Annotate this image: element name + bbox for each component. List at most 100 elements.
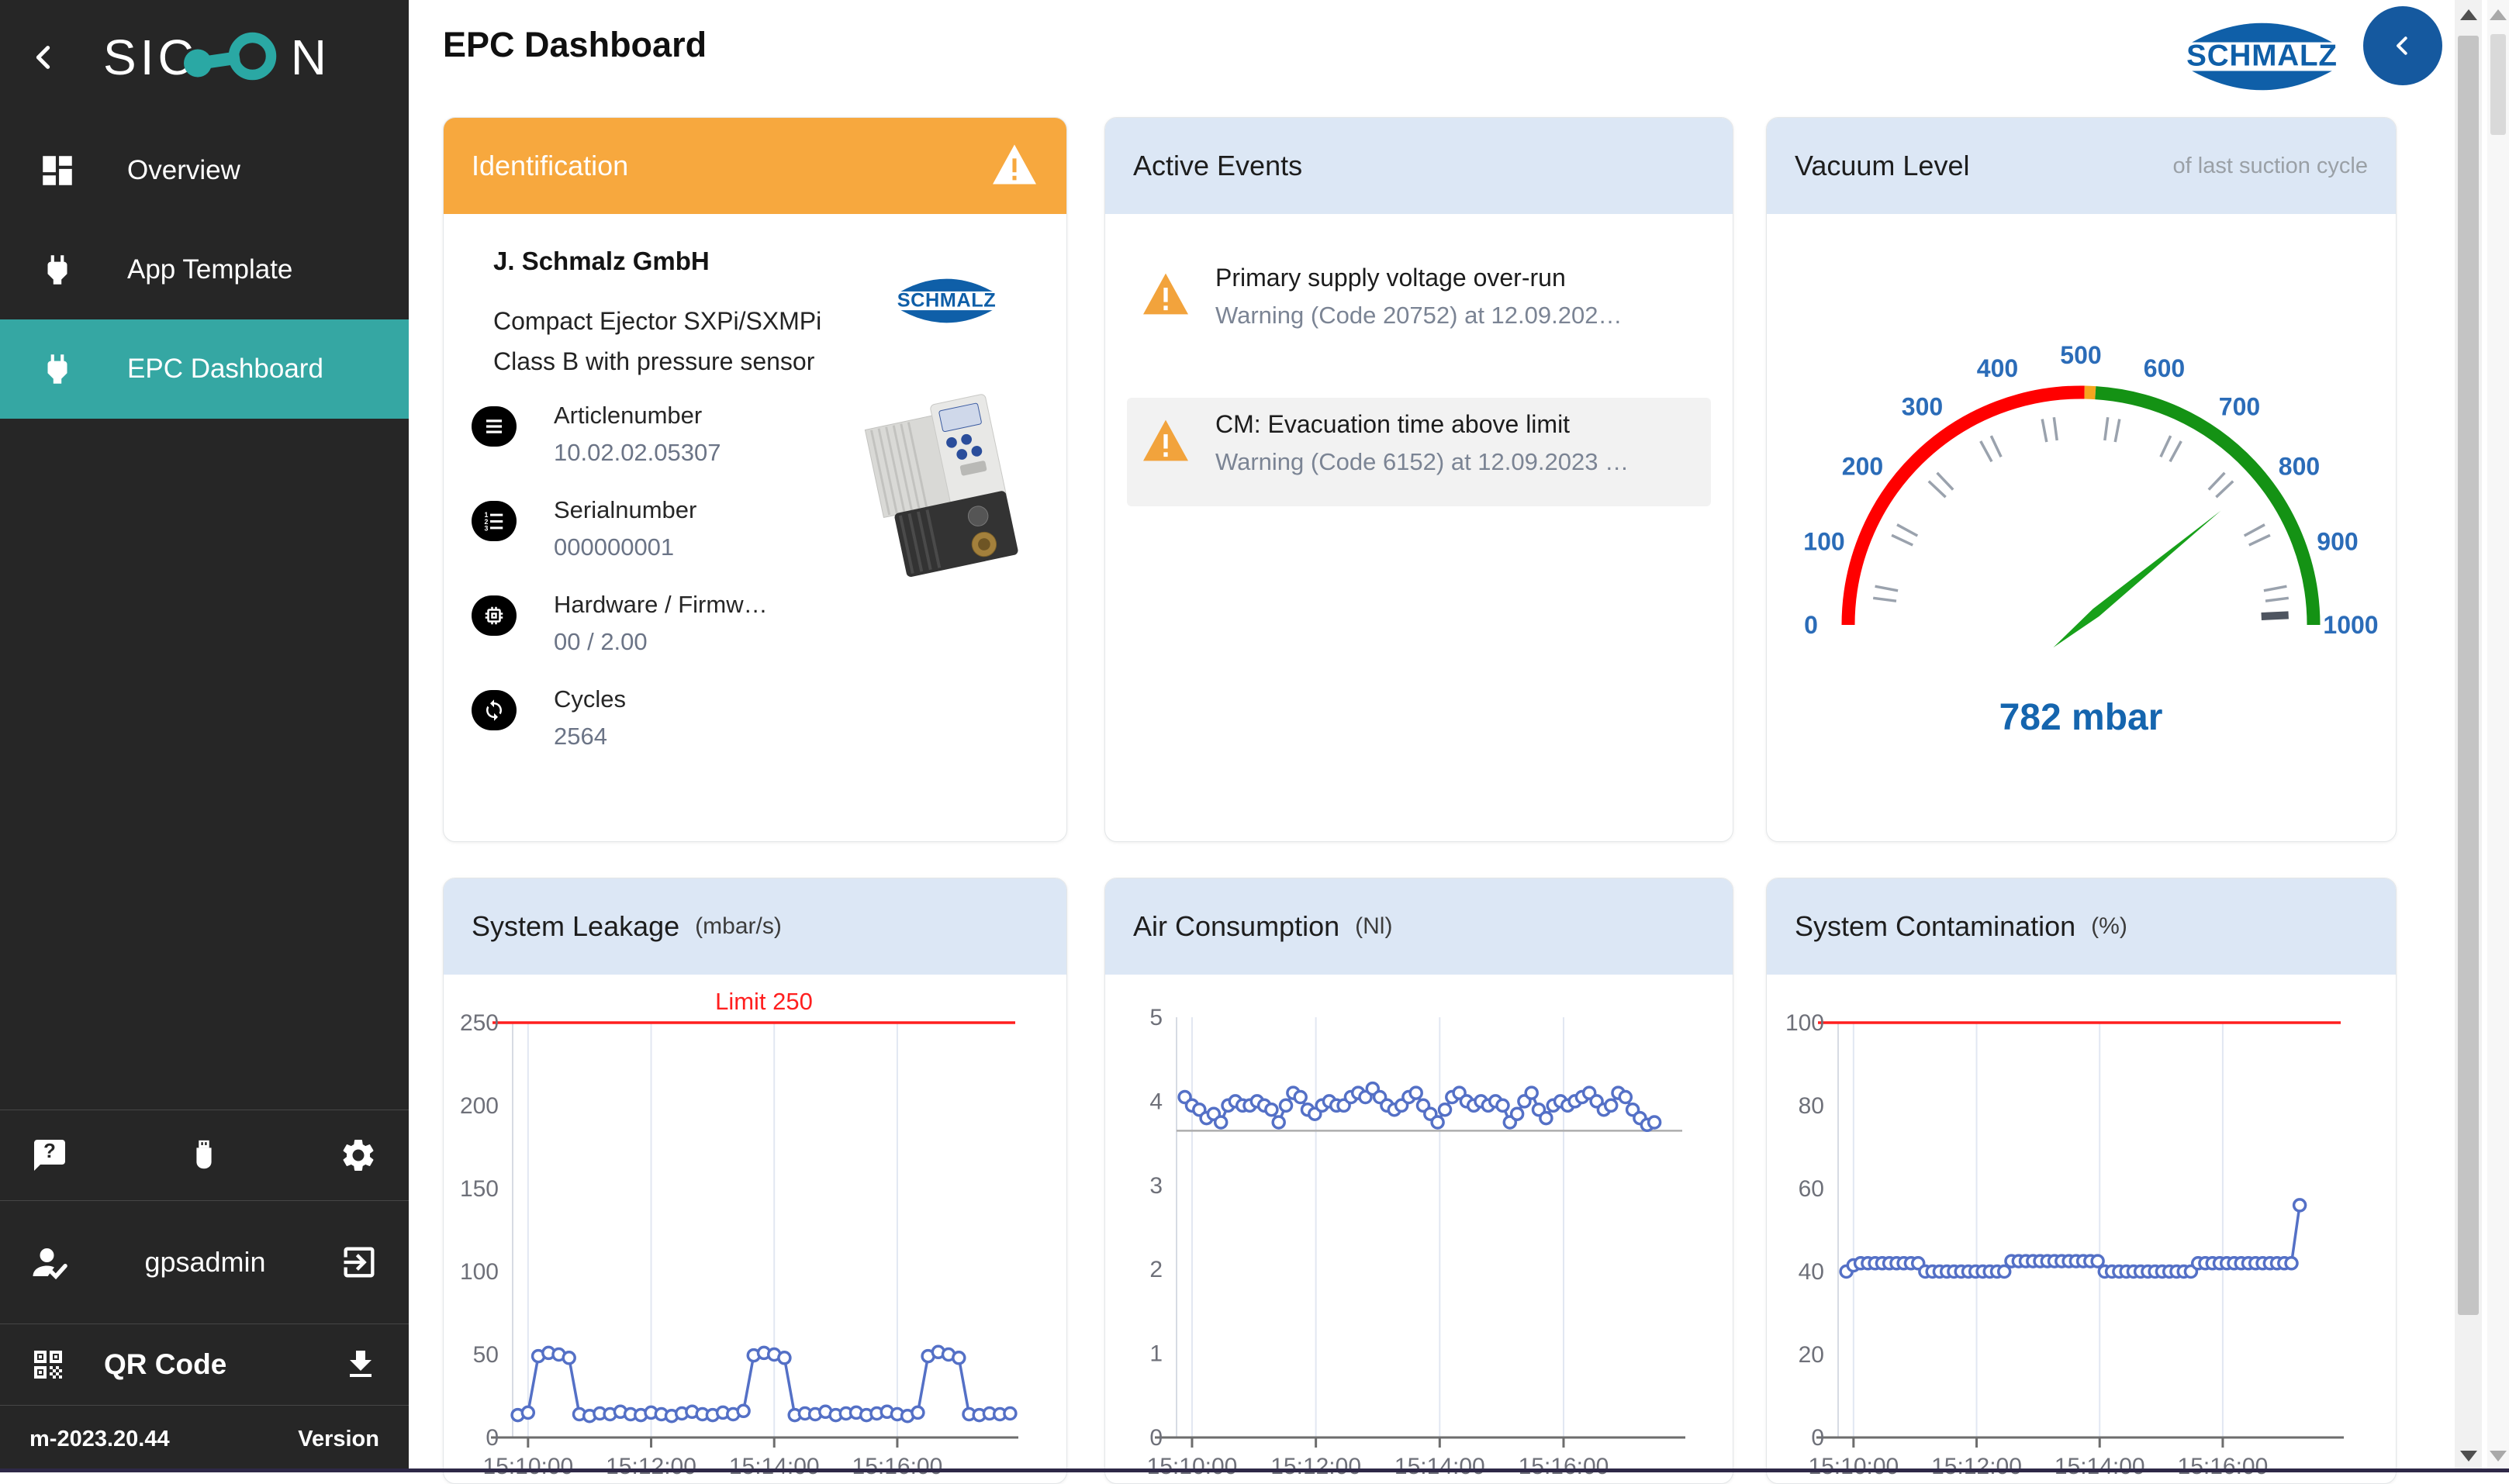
svg-text:4: 4 (1149, 1089, 1163, 1114)
svg-text:?: ? (43, 1139, 56, 1162)
svg-text:15:12:00: 15:12:00 (1931, 1454, 2022, 1479)
usb-device-button[interactable] (186, 1137, 222, 1173)
warning-icon (1141, 271, 1191, 320)
svg-text:5: 5 (1149, 1005, 1163, 1030)
version-label: Version (298, 1427, 379, 1452)
page-title: EPC Dashboard (443, 25, 707, 65)
scroll-up-icon[interactable] (2460, 9, 2477, 20)
air-consumption-unit: (Nl) (1355, 913, 1392, 940)
version-value: m-2023.20.44 (29, 1427, 170, 1452)
content-scrollbar-thumb[interactable] (2458, 36, 2479, 1315)
dashboard-icon (36, 149, 79, 192)
field-value: 00 / 2.00 (554, 628, 768, 656)
scroll-down-icon[interactable] (2460, 1451, 2477, 1462)
sidebar-item-app-template[interactable]: App Template (0, 220, 409, 319)
identification-card: Identification J. Schmalz GmbH Compact E… (443, 117, 1067, 842)
event-row[interactable]: Primary supply voltage over-run Warning … (1127, 251, 1711, 360)
system-leakage-chart: Limit 25015:10:0015:12:0015:14:0015:16:0… (444, 975, 1065, 1482)
air-consumption-title: Air Consumption (1133, 910, 1339, 943)
svg-text:2: 2 (1149, 1257, 1163, 1282)
svg-text:600: 600 (2144, 354, 2185, 382)
svg-text:SCHMALZ: SCHMALZ (897, 290, 997, 312)
app-logo: SIC N (64, 29, 370, 86)
event-title: CM: Evacuation time above limit (1215, 410, 1711, 439)
svg-text:15:10:00: 15:10:00 (482, 1454, 573, 1479)
chevron-left-icon (2389, 32, 2417, 60)
sidebar-collapse-button[interactable] (23, 37, 64, 78)
svg-text:800: 800 (2279, 453, 2320, 481)
vacuum-level-card: Vacuum Level of last suction cycle 01002… (1766, 117, 2397, 842)
sidebar-item-label: App Template (127, 254, 292, 285)
content-scrollbar[interactable] (2455, 0, 2482, 1472)
settings-button[interactable] (339, 1136, 378, 1175)
svg-text:Limit 250: Limit 250 (715, 988, 813, 1015)
active-events-card: Active Events Primary supply voltage ove… (1104, 117, 1733, 842)
numbered-list-icon: 1 2 3 (472, 501, 517, 541)
user-account-button[interactable] (29, 1241, 71, 1283)
product-description: Compact Ejector SXPi/SXMPi Class B with … (493, 301, 821, 381)
help-icon: ? (31, 1137, 68, 1174)
system-leakage-card: System Leakage (mbar/s) Limit 25015:10:0… (443, 878, 1067, 1484)
warning-icon (990, 143, 1039, 190)
scroll-down-icon[interactable] (2490, 1451, 2507, 1462)
company-name: J. Schmalz GmbH (493, 247, 710, 276)
air-consumption-chart: 15:10:0015:12:0015:14:0015:16:00012345 (1105, 975, 1731, 1482)
svg-text:0: 0 (1811, 1425, 1824, 1451)
svg-text:700: 700 (2219, 393, 2260, 421)
event-detail: Warning (Code 6152) at 12.09.2023 … (1215, 448, 1711, 476)
air-consumption-card: Air Consumption (Nl) 15:10:0015:12:0015:… (1104, 878, 1733, 1484)
sidebar-item-overview[interactable]: Overview (0, 121, 409, 220)
svg-text:100: 100 (1785, 1010, 1824, 1036)
username-label: gpsadmin (71, 1246, 339, 1279)
product-line1: Compact Ejector SXPi/SXMPi (493, 301, 821, 341)
usb-icon (186, 1137, 222, 1173)
svg-text:15:14:00: 15:14:00 (2055, 1454, 2145, 1479)
field-label: Cycles (554, 685, 626, 713)
sidebar-nav: Overview App Template EPC Dashboard (0, 121, 409, 419)
svg-text:SCHMALZ: SCHMALZ (2186, 40, 2338, 73)
collapse-panel-button[interactable] (2363, 6, 2442, 85)
field-label: Hardware / Firmw… (554, 591, 768, 619)
svg-text:20: 20 (1799, 1342, 1824, 1368)
qr-download-button[interactable] (342, 1346, 379, 1383)
sidebar-item-label: EPC Dashboard (127, 354, 323, 385)
chip-icon (472, 595, 517, 636)
svg-text:300: 300 (1902, 393, 1943, 421)
system-leakage-unit: (mbar/s) (695, 913, 782, 940)
logout-button[interactable] (339, 1242, 379, 1282)
svg-text:150: 150 (460, 1176, 499, 1202)
active-events-title: Active Events (1133, 150, 1302, 182)
logout-icon (339, 1242, 379, 1282)
svg-text:50: 50 (473, 1342, 499, 1368)
svg-text:1: 1 (1149, 1341, 1163, 1367)
svg-text:3: 3 (485, 525, 489, 533)
page-scrollbar-thumb[interactable] (2490, 34, 2506, 135)
system-contamination-card: System Contamination (%) 15:10:0015:12:0… (1766, 878, 2397, 1484)
svg-text:400: 400 (1977, 354, 2018, 382)
event-row[interactable]: CM: Evacuation time above limit Warning … (1127, 398, 1711, 506)
svg-text:15:16:00: 15:16:00 (1519, 1454, 1609, 1479)
svg-text:15:16:00: 15:16:00 (852, 1454, 943, 1479)
app-logo-link-icon (175, 29, 291, 85)
sidebar-bottom: ? (0, 1110, 409, 1472)
scroll-up-icon[interactable] (2490, 9, 2507, 20)
system-contamination-title: System Contamination (1795, 910, 2075, 943)
sync-icon (472, 690, 517, 730)
main-content: EPC Dashboard SCHMALZ Identification J. … (409, 0, 2509, 1472)
serialnumber-row: 1 2 3 Serialnumber 000000001 (472, 501, 696, 561)
help-button[interactable]: ? (31, 1137, 68, 1174)
svg-text:100: 100 (1803, 528, 1844, 556)
hardware-firmware-row: Hardware / Firmw… 00 / 2.00 (472, 595, 768, 656)
system-contamination-chart: 15:10:0015:12:0015:14:0015:16:0002040608… (1767, 975, 2394, 1482)
window-bottom-edge (0, 1468, 2509, 1472)
product-line2: Class B with pressure sensor (493, 341, 821, 381)
sidebar-item-epc-dashboard[interactable]: EPC Dashboard (0, 319, 409, 419)
warning-icon (1141, 418, 1191, 467)
page-scrollbar[interactable] (2487, 0, 2509, 1472)
list-icon (472, 406, 517, 447)
vacuum-gauge: 01002003004005006007008009001000782 mbar (1767, 214, 2394, 842)
identification-title: Identification (472, 150, 628, 182)
svg-text:60: 60 (1799, 1176, 1824, 1202)
schmalz-logo-small: SCHMALZ (883, 265, 1011, 340)
qr-code-button[interactable] (29, 1346, 67, 1383)
